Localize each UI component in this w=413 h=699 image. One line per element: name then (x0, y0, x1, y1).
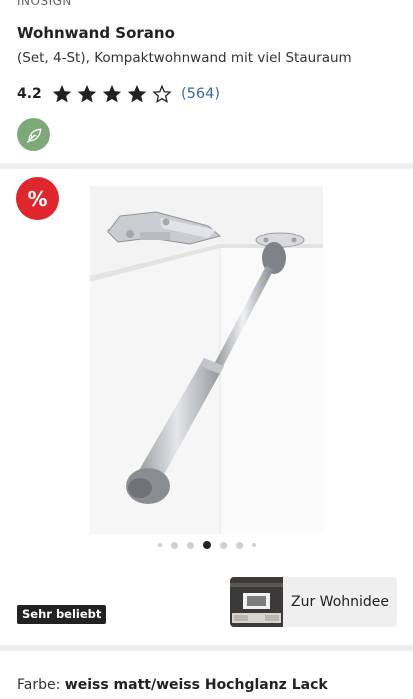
star-outline-icon (152, 84, 172, 104)
star-rating (51, 83, 173, 105)
pagination-dot[interactable] (186, 541, 194, 549)
pagination-dot[interactable] (251, 543, 256, 547)
review-count-link[interactable]: (564) (181, 86, 220, 102)
idea-button-label: Zur Wohnidee (291, 594, 390, 610)
leaf-icon (26, 127, 41, 143)
pagination-dot[interactable] (219, 541, 227, 549)
popular-badge: Sehr beliebt (17, 605, 107, 624)
star-icon (102, 84, 122, 103)
rating-row: 4.2 (564) (17, 83, 220, 105)
color-label: Farbe: (17, 677, 61, 693)
star-icon (77, 84, 97, 103)
brand-name: INOSIGN (17, 0, 72, 8)
gallery-pagination (0, 541, 413, 549)
eco-badge[interactable] (17, 118, 50, 151)
section-divider (0, 645, 413, 651)
pagination-dot[interactable] (157, 543, 162, 547)
product-title: Wohnwand Sorano (17, 24, 175, 42)
product-subtitle: (Set, 4-St), Kompaktwohnwand mit viel St… (17, 50, 352, 66)
rating-value: 4.2 (17, 86, 42, 102)
product-image[interactable] (90, 186, 323, 534)
star-icon (127, 84, 147, 103)
color-value: weiss matt/weiss Hochglanz Lack (64, 677, 328, 693)
idea-thumbnail (230, 577, 283, 627)
sale-badge: % (16, 177, 59, 220)
section-divider (0, 163, 413, 169)
idea-button[interactable]: Zur Wohnidee (230, 577, 397, 627)
pagination-dot[interactable] (235, 541, 243, 549)
pagination-dot-active[interactable] (202, 541, 211, 549)
pagination-dot[interactable] (170, 541, 178, 549)
color-selection: Farbe: weiss matt/weiss Hochglanz Lack (17, 677, 328, 693)
star-icon (52, 84, 72, 103)
